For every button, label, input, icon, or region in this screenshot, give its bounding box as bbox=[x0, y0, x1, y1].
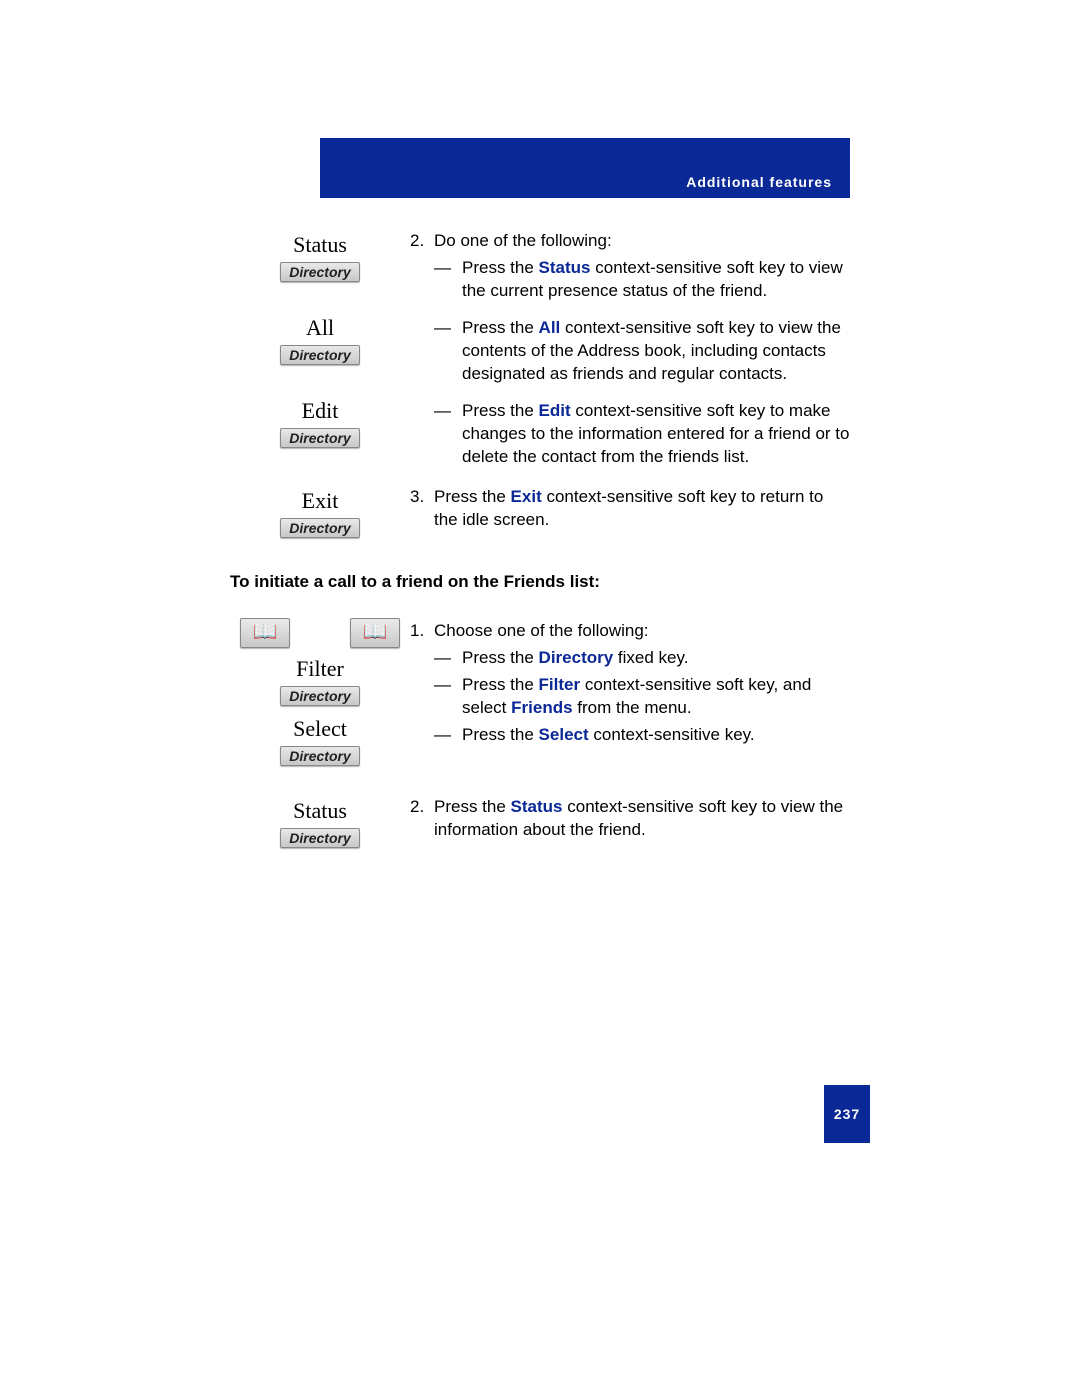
directory-button[interactable]: Directory bbox=[280, 345, 359, 365]
section-heading: To initiate a call to a friend on the Fr… bbox=[230, 572, 850, 592]
step2-text: 2. Do one of the following: — Press the … bbox=[410, 230, 850, 307]
softkey-status2-label: Status bbox=[230, 798, 410, 824]
row-step3-exit: Exit Directory 3. Press the Exit context… bbox=[230, 486, 850, 538]
step3-body: Press the Exit context-sensitive soft ke… bbox=[434, 486, 850, 532]
directory-button[interactable]: Directory bbox=[280, 746, 359, 766]
list-number: 2. bbox=[410, 230, 434, 253]
content-block: Status Directory 2. Do one of the follow… bbox=[230, 230, 850, 854]
dash-icon: — bbox=[434, 317, 462, 386]
directory-button[interactable]: Directory bbox=[280, 428, 359, 448]
softkey-status2: Status Directory bbox=[230, 796, 410, 848]
row-step2-edit: Edit Directory — Press the Edit context-… bbox=[230, 396, 850, 473]
dash-icon: — bbox=[434, 257, 462, 303]
softkey-all-label: All bbox=[230, 315, 410, 341]
dash-icon: — bbox=[434, 674, 462, 720]
softkey-status: Status Directory bbox=[230, 230, 410, 282]
softkey-edit-label: Edit bbox=[230, 398, 410, 424]
bullet-select-text: Press the Select context-sensitive key. bbox=[462, 724, 755, 747]
list-number: 1. bbox=[410, 620, 434, 643]
step2b-body: Press the Status context-sensitive soft … bbox=[434, 796, 850, 842]
bullet-filter-text: Press the Filter context-sensitive soft … bbox=[462, 674, 850, 720]
sec2-step1-text: 1. Choose one of the following: — Press … bbox=[410, 616, 850, 751]
step2-lead: 2. Do one of the following: bbox=[410, 230, 850, 253]
row-sec2-step1: 📖 📖 Filter Directory Select Directory 1.… bbox=[230, 616, 850, 766]
softkey-status-label: Status bbox=[230, 232, 410, 258]
dash-icon: — bbox=[434, 400, 462, 469]
section-header: Additional features bbox=[686, 174, 832, 190]
dash-icon: — bbox=[434, 724, 462, 747]
softkey-edit: Edit Directory bbox=[230, 396, 410, 448]
directory-button[interactable]: Directory bbox=[280, 518, 359, 538]
list-number: 2. bbox=[410, 796, 434, 842]
bullet-all-text: Press the All context-sensitive soft key… bbox=[462, 317, 850, 386]
page: Additional features Status Directory 2. … bbox=[0, 0, 1080, 1397]
row-step2-all: All Directory — Press the All context-se… bbox=[230, 313, 850, 390]
bullet-all: — Press the All context-sensitive soft k… bbox=[434, 317, 850, 386]
sec2-step2-text: 2. Press the Status context-sensitive so… bbox=[410, 796, 850, 846]
directory-button[interactable]: Directory bbox=[280, 686, 359, 706]
book-icon[interactable]: 📖 bbox=[240, 618, 290, 648]
softkey-exit: Exit Directory bbox=[230, 486, 410, 538]
bullet-filter: — Press the Filter context-sensitive sof… bbox=[434, 674, 850, 720]
list-number: 3. bbox=[410, 486, 434, 532]
row-step2-status: Status Directory 2. Do one of the follow… bbox=[230, 230, 850, 307]
bullet-all-wrap: — Press the All context-sensitive soft k… bbox=[410, 313, 850, 390]
step3-text: 3. Press the Exit context-sensitive soft… bbox=[410, 486, 850, 536]
directory-button[interactable]: Directory bbox=[280, 262, 359, 282]
step1-lead-text: Choose one of the following: bbox=[434, 620, 649, 643]
header-band: Additional features bbox=[320, 138, 850, 198]
bullet-directory: — Press the Directory fixed key. bbox=[434, 647, 850, 670]
row-sec2-step2: Status Directory 2. Press the Status con… bbox=[230, 796, 850, 848]
dash-icon: — bbox=[434, 647, 462, 670]
directory-button[interactable]: Directory bbox=[280, 828, 359, 848]
step3: 3. Press the Exit context-sensitive soft… bbox=[410, 486, 850, 532]
bullet-edit-text: Press the Edit context-sensitive soft ke… bbox=[462, 400, 850, 469]
bullet-directory-text: Press the Directory fixed key. bbox=[462, 647, 688, 670]
page-number: 237 bbox=[824, 1085, 870, 1143]
bullet-status-text: Press the Status context-sensitive soft … bbox=[462, 257, 850, 303]
softkey-select-label: Select bbox=[230, 716, 410, 742]
softkey-filter-label: Filter bbox=[230, 656, 410, 682]
book-icon[interactable]: 📖 bbox=[350, 618, 400, 648]
softkey-all: All Directory bbox=[230, 313, 410, 365]
softkey-exit-label: Exit bbox=[230, 488, 410, 514]
fixed-key-row: 📖 📖 bbox=[230, 618, 410, 648]
left-bookkeys: 📖 📖 Filter Directory Select Directory bbox=[230, 616, 410, 766]
step2b: 2. Press the Status context-sensitive so… bbox=[410, 796, 850, 842]
bullet-edit-wrap: — Press the Edit context-sensitive soft … bbox=[410, 396, 850, 473]
bullet-status: — Press the Status context-sensitive sof… bbox=[434, 257, 850, 303]
bullet-edit: — Press the Edit context-sensitive soft … bbox=[434, 400, 850, 469]
bullet-select: — Press the Select context-sensitive key… bbox=[434, 724, 850, 747]
step2-lead-text: Do one of the following: bbox=[434, 230, 612, 253]
step1-lead: 1. Choose one of the following: bbox=[410, 620, 850, 643]
